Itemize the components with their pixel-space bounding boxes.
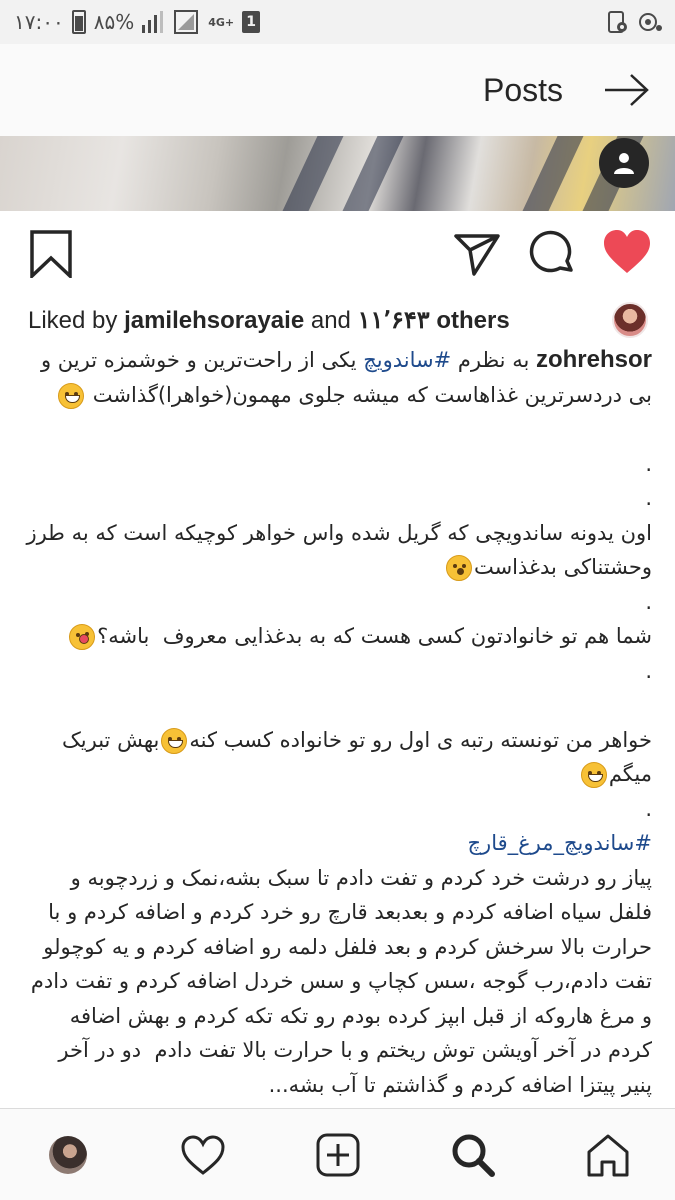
caption-intro-before: به نظرم [451,348,536,372]
likes-prefix: Liked by [28,306,125,334]
caption-dot: . [645,486,652,510]
hashtag-link[interactable]: #ساندویچ_مرغ_قارچ [468,831,653,855]
likes-count[interactable]: ۱۱٬۶۴۳ others [358,307,510,334]
liker-username[interactable]: jamilehsorayaie [124,307,304,334]
page-title: Posts [482,71,563,108]
home-icon[interactable] [585,1132,631,1178]
kiss-emoji-icon [445,555,472,581]
top-bar: Posts [0,44,675,136]
caption-paragraph: خواهر من تونسته رتبه ی اول رو تو خانواده… [24,723,652,792]
grin-emoji-icon [58,382,85,409]
tagged-people-icon[interactable] [599,138,649,188]
heart-outline-icon[interactable] [180,1134,226,1176]
screen-record-icon [608,11,627,33]
bookmark-icon[interactable] [26,228,76,278]
caption-dot: . [645,796,652,821]
caption-para2: اون یدونه ساندویچی که گریل شده واس خواهر… [26,520,652,580]
nav-home[interactable] [578,1125,638,1185]
laugh-emoji-icon [161,727,188,754]
caption-paragraph: اون یدونه ساندویچی که گریل شده واس خواهر… [24,516,652,585]
image-stripe [522,136,584,211]
arrow-right-icon[interactable] [603,70,651,110]
battery-icon [71,10,86,34]
wink-emoji-icon [69,624,96,650]
caption-para4a: خواهر من تونسته رتبه ی اول رو تو خانواده… [189,727,652,752]
like-icon[interactable] [602,228,652,278]
caption-dot: . [645,451,652,476]
liker-avatar[interactable] [612,302,648,338]
add-post-icon[interactable] [315,1132,361,1178]
likes-row[interactable]: Liked by jamilehsorayaie and ۱۱٬۶۴۳ othe… [28,300,648,340]
nav-new-post[interactable] [308,1125,368,1185]
caption-recipe: پیاز رو درشت خرد کردم و تفت دادم تا سبک … [24,865,652,1097]
post-image[interactable] [0,136,675,211]
clock: ۱۷:۰۰ [14,10,64,34]
signal-icon [142,11,164,33]
network-type: 4G+ [208,15,235,29]
image-stripe [342,136,404,211]
battery-percent: ۸۵% [93,10,135,34]
status-right [605,10,663,34]
camera-icon [639,13,662,31]
caption-para3: شما هم تو خانوادتون کسی هست که به بدغذای… [97,624,652,648]
caption-dot: ​ [24,412,652,447]
nav-profile[interactable] [38,1125,98,1185]
status-bar: ۱۷:۰۰ ۸۵% 4G+ 1 [0,0,675,44]
caption-username[interactable]: zohrehsor [536,346,652,373]
profile-avatar[interactable] [48,1135,87,1174]
caption-dot: . [645,658,652,683]
nav-activity[interactable] [173,1125,233,1185]
image-stripe [282,136,344,211]
hashtag-link[interactable]: #ساندویچ [363,348,451,372]
status-left: ۱۷:۰۰ ۸۵% 4G+ 1 [14,10,261,34]
likes-and: and [304,306,358,334]
comment-icon[interactable] [527,228,577,278]
sim-icon: 1 [242,11,261,33]
caption-intro: zohrehsor به نظرم #ساندویچ یکی از راحت‌ت… [24,343,652,412]
caption-paragraph: شما هم تو خانوادتون کسی هست که به بدغذای… [24,619,652,654]
post-caption: zohrehsor به نظرم #ساندویچ یکی از راحت‌ت… [24,343,652,1108]
likes-text[interactable]: Liked by jamilehsorayaie and ۱۱٬۶۴۳ othe… [28,306,510,335]
share-icon[interactable] [452,228,502,278]
caption-recipe-tag-line: #ساندویچ_مرغ_قارچ [24,826,653,861]
signal-2-icon [174,10,199,34]
caption-blank: ​ [24,688,652,723]
nav-search[interactable] [443,1125,503,1185]
action-bar [0,222,675,286]
laugh-emoji-icon [580,762,607,788]
bottom-nav [0,1108,675,1200]
caption-dot: . [645,589,652,614]
search-icon[interactable] [450,1132,496,1178]
